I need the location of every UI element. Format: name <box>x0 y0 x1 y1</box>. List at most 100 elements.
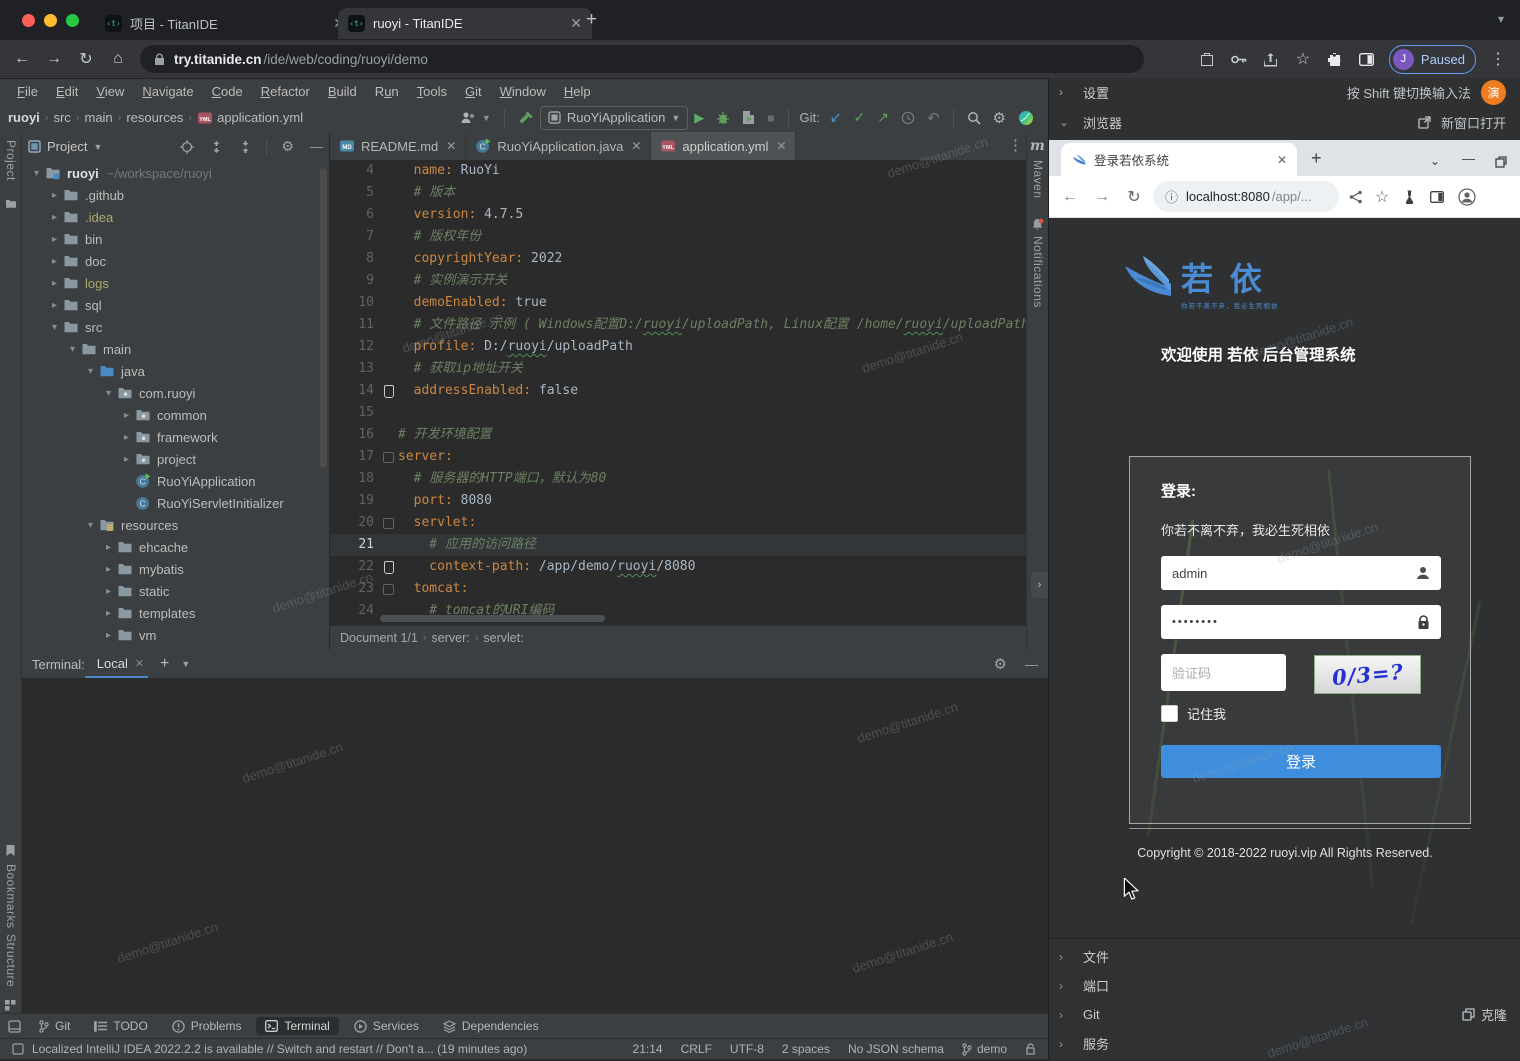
search-everywhere-icon[interactable] <box>967 111 981 125</box>
dropdown-chevron-icon[interactable]: ▼ <box>482 113 491 123</box>
tree-item-com.ruoyi[interactable]: ▾com.ruoyi <box>22 382 329 404</box>
tool-stripe-maven[interactable]: Maven <box>1031 160 1045 199</box>
history-clock-icon[interactable] <box>901 111 915 125</box>
menu-help[interactable]: Help <box>555 84 600 99</box>
fold-icon[interactable] <box>383 584 394 595</box>
captcha-input[interactable]: 验证码 <box>1161 654 1286 691</box>
stop-icon[interactable]: ■ <box>767 111 774 125</box>
menu-file[interactable]: File <box>8 84 47 99</box>
status-item[interactable]: 21:14 <box>633 1042 663 1056</box>
window-controls[interactable] <box>22 14 88 32</box>
profile-icon[interactable] <box>1458 188 1476 206</box>
extensions-puzzle-icon[interactable] <box>1321 45 1349 73</box>
chevron-right-icon[interactable]: ▸ <box>118 432 135 443</box>
mini-address-bar[interactable]: ⓘ localhost:8080 /app/... <box>1153 181 1339 212</box>
chevron-right-icon[interactable]: ▸ <box>118 410 135 421</box>
locate-file-icon[interactable] <box>180 140 194 154</box>
structure-icon[interactable] <box>5 1000 16 1011</box>
unlock-icon[interactable] <box>1025 1043 1036 1055</box>
mini-new-tab-icon[interactable]: + <box>1311 148 1322 169</box>
menu-run[interactable]: Run <box>366 84 408 99</box>
chevron-down-icon[interactable]: ▾ <box>64 344 81 355</box>
panel-section-文件[interactable]: ›文件 <box>1049 942 1520 971</box>
browser-tab-ruoyi[interactable]: ‹t› ruoyi - TitanIDE ✕ <box>338 8 592 39</box>
username-input[interactable]: admin <box>1161 556 1441 590</box>
code-editor[interactable]: 4 name: RuoYi5 # 版本6 version: 4.7.57 # 版… <box>330 160 1026 625</box>
chevron-right-icon[interactable]: ▸ <box>46 300 63 311</box>
flask-icon[interactable] <box>1403 190 1416 204</box>
git-branch-widget[interactable]: demo <box>962 1042 1007 1056</box>
status-item[interactable]: UTF-8 <box>730 1042 764 1056</box>
chevron-down-icon[interactable]: ▾ <box>46 322 63 333</box>
editor-tab-RuoYiApplication.java[interactable]: CRuoYiApplication.java✕ <box>466 132 651 160</box>
run-configuration-select[interactable]: RuoYiApplication ▼ <box>540 106 688 130</box>
collapse-all-icon[interactable] <box>239 140 252 154</box>
tree-item-resources[interactable]: ▾resources <box>22 514 329 536</box>
fold-icon[interactable] <box>383 518 394 529</box>
mini-tab-list-icon[interactable]: ⌄ <box>1430 154 1440 168</box>
chevron-right-icon[interactable]: ▸ <box>100 608 117 619</box>
project-header-label[interactable]: Project <box>47 139 87 154</box>
tool-button-terminal[interactable]: Terminal <box>256 1017 338 1035</box>
tree-item-sql[interactable]: ▸sql <box>22 294 329 316</box>
password-key-icon[interactable] <box>1225 45 1253 73</box>
editor-tabs-menu-icon[interactable]: ⋮ <box>1008 136 1023 154</box>
side-panel-icon[interactable] <box>1353 45 1381 73</box>
breadcrumb-item[interactable]: main <box>84 110 112 125</box>
tree-item-.github[interactable]: ▸.github <box>22 184 329 206</box>
maven-icon[interactable]: m <box>1030 138 1045 154</box>
browser-section-row[interactable]: ⌄ 浏览器 新窗口打开 <box>1049 106 1520 138</box>
tree-item-RuoYiApplication[interactable]: CRuoYiApplication <box>22 470 329 492</box>
debug-icon[interactable] <box>716 110 730 125</box>
chevron-right-icon[interactable]: ▸ <box>100 564 117 575</box>
code-with-me-users-icon[interactable] <box>460 111 476 125</box>
status-item[interactable]: No JSON schema <box>848 1042 944 1056</box>
panel-section-服务[interactable]: ›服务 <box>1049 1029 1520 1058</box>
share-icon[interactable] <box>1349 190 1363 204</box>
close-tab-icon[interactable]: ✕ <box>631 139 641 153</box>
close-tab-icon[interactable]: ✕ <box>570 15 582 32</box>
mini-minimize-icon[interactable]: — <box>1462 151 1475 166</box>
tool-button-git[interactable]: Git <box>30 1017 79 1035</box>
profile-button[interactable]: J Paused <box>1389 45 1476 74</box>
chevron-down-icon[interactable]: ▾ <box>100 388 117 399</box>
panel-section-Git[interactable]: ›Git克隆 <box>1049 1000 1520 1029</box>
mini-restore-icon[interactable] <box>1495 156 1507 168</box>
tree-item-mybatis[interactable]: ▸mybatis <box>22 558 329 580</box>
tree-item-ehcache[interactable]: ▸ehcache <box>22 536 329 558</box>
menu-git[interactable]: Git <box>456 84 491 99</box>
close-icon[interactable]: ✕ <box>1277 153 1287 167</box>
folder-icon[interactable] <box>5 198 17 209</box>
gutter-bookmark-icon[interactable] <box>384 561 394 574</box>
build-hammer-icon[interactable] <box>518 110 534 125</box>
expand-all-icon[interactable] <box>210 140 223 154</box>
forward-icon[interactable]: → <box>40 45 68 73</box>
status-message[interactable]: Localized IntelliJ IDEA 2022.2.2 is avai… <box>32 1042 527 1056</box>
tool-stripe-notifications[interactable]: Notifications <box>1031 236 1045 308</box>
minimize-window-icon[interactable] <box>44 14 57 27</box>
chevron-right-icon[interactable]: ▸ <box>46 212 63 223</box>
clone-button[interactable]: 克隆 <box>1462 1005 1507 1024</box>
breadcrumb-item[interactable]: ruoyi <box>8 110 40 125</box>
chevron-right-icon[interactable]: ▸ <box>100 542 117 553</box>
bookmark-star-icon[interactable]: ☆ <box>1289 45 1317 73</box>
menu-refactor[interactable]: Refactor <box>252 84 319 99</box>
editor-tab-application.yml[interactable]: YMLapplication.yml✕ <box>651 132 796 160</box>
terminal-tab-local[interactable]: Local ✕ <box>85 650 148 678</box>
login-button[interactable]: 登录 <box>1161 745 1441 778</box>
git-update-icon[interactable]: ↙ <box>830 109 842 126</box>
tool-button-services[interactable]: Services <box>345 1017 428 1035</box>
chevron-right-icon[interactable]: ▸ <box>46 234 63 245</box>
editor-tab-README.md[interactable]: MDREADME.md✕ <box>330 132 466 160</box>
git-push-icon[interactable]: ↗ <box>877 109 889 126</box>
browser-tab-project[interactable]: ‹t› 项目 - TitanIDE ✕ <box>95 8 355 39</box>
tree-item-project[interactable]: ▸project <box>22 448 329 470</box>
chevron-right-icon[interactable]: ▸ <box>100 586 117 597</box>
editor-hscrollbar[interactable] <box>380 615 605 622</box>
tree-item-main[interactable]: ▾main <box>22 338 329 360</box>
project-scrollbar[interactable] <box>320 168 327 468</box>
settings-section-row[interactable]: › 设置 按 Shift 键切换输入法 演 <box>1049 78 1520 106</box>
maximize-window-icon[interactable] <box>66 14 79 27</box>
chevron-right-icon[interactable]: ▸ <box>46 190 63 201</box>
menu-build[interactable]: Build <box>319 84 366 99</box>
